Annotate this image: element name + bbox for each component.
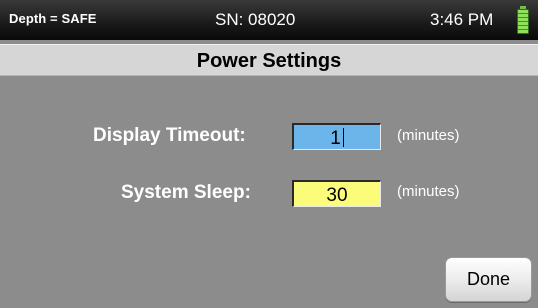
display-timeout-label: Display Timeout: [93,125,246,146]
depth-status: Depth = SAFE [9,11,97,26]
display-timeout-input[interactable]: 1 [292,123,381,150]
page-title: Power Settings [196,50,342,72]
done-button[interactable]: Done [445,257,532,302]
display-timeout-value: 1 [330,128,341,149]
title-bar: Power Settings [0,44,538,76]
battery-body [517,9,529,34]
device-screen: Depth = SAFE SN: 08020 3:46 PM Power Set… [0,0,538,308]
battery-full-icon [517,6,529,34]
system-sleep-input[interactable]: 30 [292,180,381,207]
text-caret [342,128,344,147]
display-timeout-unit: (minutes) [397,127,460,144]
system-sleep-value: 30 [326,185,348,206]
clock: 3:46 PM [430,10,494,29]
system-sleep-unit: (minutes) [397,183,460,200]
serial-number: SN: 08020 [215,10,296,29]
status-bar: Depth = SAFE SN: 08020 3:46 PM [0,0,538,40]
system-sleep-label: System Sleep: [121,182,251,203]
